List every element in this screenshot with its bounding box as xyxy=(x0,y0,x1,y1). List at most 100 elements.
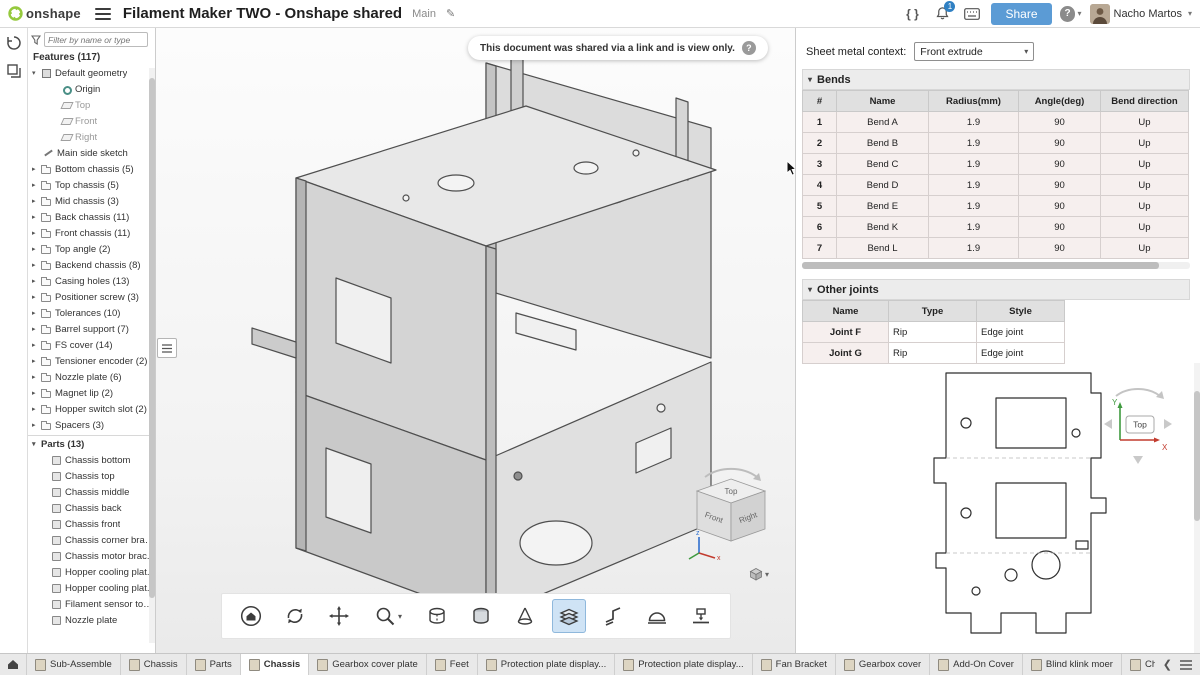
tree-item[interactable]: Chassis bottom xyxy=(28,452,155,468)
document-tab[interactable]: Chassis xyxy=(241,654,309,675)
tree-item[interactable]: FS cover (14) xyxy=(28,337,155,353)
tree-item[interactable]: Parts (13) xyxy=(28,435,155,452)
tree-item[interactable]: Chassis front xyxy=(28,516,155,532)
document-tab[interactable]: Gearbox cover xyxy=(836,654,930,675)
user-menu[interactable]: Nacho Martos ▾ xyxy=(1090,3,1193,25)
tree-item[interactable]: Hopper cooling plat... xyxy=(28,580,155,596)
tree-item[interactable]: Magnet lip (2) xyxy=(28,385,155,401)
bend-row[interactable]: 7 Bend L 1.9 90 Up xyxy=(803,238,1189,259)
tree-caret-icon[interactable] xyxy=(32,373,41,381)
feature-tree-scrollbar[interactable] xyxy=(149,68,155,643)
tab-scroll-left-icon[interactable]: ❮ xyxy=(1163,658,1172,671)
tree-item[interactable]: Top xyxy=(28,97,155,113)
tree-item[interactable]: Positioner screw (3) xyxy=(28,289,155,305)
tree-caret-icon[interactable] xyxy=(32,357,41,365)
orbit-button[interactable] xyxy=(278,599,312,633)
tree-item[interactable]: Barrel support (7) xyxy=(28,321,155,337)
tree-item[interactable]: Casing holes (13) xyxy=(28,273,155,289)
document-tab[interactable]: Protection plate display... xyxy=(478,654,615,675)
featurescript-icon[interactable]: { } xyxy=(901,3,923,25)
tree-caret-icon[interactable] xyxy=(32,213,41,221)
view-home-button[interactable] xyxy=(234,599,268,633)
tree-item[interactable]: Bottom chassis (5) xyxy=(28,161,155,177)
tab-manager-icon[interactable] xyxy=(1180,660,1192,670)
tree-caret-icon[interactable] xyxy=(32,309,41,317)
flat-view-orientation-widget[interactable]: Y X Top xyxy=(1098,378,1178,470)
bend-row[interactable]: 1 Bend A 1.9 90 Up xyxy=(803,112,1189,133)
tree-item[interactable]: Tolerances (10) xyxy=(28,305,155,321)
history-icon[interactable] xyxy=(5,34,23,52)
tree-item[interactable]: Filament sensor top... xyxy=(28,596,155,612)
draft-analysis-button[interactable] xyxy=(508,599,542,633)
tab-bar-home-button[interactable] xyxy=(0,654,27,675)
model-viewport[interactable]: This document was shared via a link and … xyxy=(156,28,795,653)
bend-row[interactable]: 5 Bend E 1.9 90 Up xyxy=(803,196,1189,217)
main-menu-icon[interactable] xyxy=(95,8,111,20)
right-panel-scrollbar[interactable] xyxy=(1194,363,1200,653)
tree-item[interactable]: Hopper switch slot (2) xyxy=(28,401,155,417)
tree-item[interactable]: Spacers (3) xyxy=(28,417,155,433)
document-tab[interactable]: Chassis xyxy=(121,654,187,675)
feature-list-toggle[interactable] xyxy=(157,338,177,358)
zoom-button[interactable]: ▾ xyxy=(366,599,410,633)
tree-caret-icon[interactable] xyxy=(32,229,41,237)
document-tab[interactable]: Gearbox cover plate xyxy=(309,654,427,675)
shaded-with-edges-button[interactable] xyxy=(464,599,498,633)
tree-item[interactable]: Hopper cooling plat... xyxy=(28,564,155,580)
document-tab[interactable]: Chassis_Front bracket xyxy=(1122,654,1155,675)
bends-table-hscrollbar[interactable] xyxy=(802,262,1190,269)
tree-item[interactable]: Main side sketch xyxy=(28,145,155,161)
help-button[interactable]: ?▾ xyxy=(1060,3,1082,25)
tree-caret-icon[interactable] xyxy=(32,389,41,397)
tree-caret-icon[interactable] xyxy=(32,261,41,269)
tree-item[interactable]: Chassis back xyxy=(28,500,155,516)
document-tab[interactable]: Protection plate display... xyxy=(615,654,752,675)
zoom-options-caret-icon[interactable]: ▾ xyxy=(398,612,402,621)
tree-item[interactable]: Nozzle plate (6) xyxy=(28,369,155,385)
document-tab[interactable]: Feet xyxy=(427,654,478,675)
document-tab[interactable]: Add-On Cover xyxy=(930,654,1023,675)
tree-caret-icon[interactable] xyxy=(32,325,41,333)
tree-item[interactable]: Right xyxy=(28,129,155,145)
flat-pattern-button[interactable] xyxy=(552,599,586,633)
tree-item[interactable]: Nozzle plate xyxy=(28,612,155,628)
versions-icon[interactable] xyxy=(5,62,23,80)
tree-item[interactable]: Chassis middle xyxy=(28,484,155,500)
pan-button[interactable] xyxy=(322,599,356,633)
banner-help-icon[interactable]: ? xyxy=(742,41,756,55)
tree-caret-icon[interactable] xyxy=(32,277,41,285)
bend-row[interactable]: 4 Bend D 1.9 90 Up xyxy=(803,175,1189,196)
tree-item[interactable]: Top angle (2) xyxy=(28,241,155,257)
tree-caret-icon[interactable] xyxy=(32,69,41,77)
tree-item[interactable]: Backend chassis (8) xyxy=(28,257,155,273)
tree-item[interactable]: Tensioner encoder (2) xyxy=(28,353,155,369)
feature-filter-input[interactable] xyxy=(44,32,148,47)
tree-item[interactable]: Chassis motor brac... xyxy=(28,548,155,564)
tree-item[interactable]: Default geometry xyxy=(28,65,155,81)
view-options-button[interactable]: ▾ xyxy=(749,567,769,581)
joint-row[interactable]: Joint G Rip Edge joint xyxy=(803,343,1065,364)
folded-view-button[interactable] xyxy=(596,599,630,633)
tree-item[interactable]: Front xyxy=(28,113,155,129)
tree-item[interactable]: Top chassis (5) xyxy=(28,177,155,193)
bend-row[interactable]: 2 Bend B 1.9 90 Up xyxy=(803,133,1189,154)
tree-caret-icon[interactable] xyxy=(32,293,41,301)
bends-section-header[interactable]: ▾ Bends xyxy=(802,69,1190,90)
notifications-button[interactable]: 1 xyxy=(931,3,953,25)
document-tab[interactable]: Blind klink moer xyxy=(1023,654,1122,675)
bend-row[interactable]: 3 Bend C 1.9 90 Up xyxy=(803,154,1189,175)
flatten-button[interactable] xyxy=(684,599,718,633)
branch-label[interactable]: Main xyxy=(412,8,436,20)
tree-caret-icon[interactable] xyxy=(32,421,41,429)
tree-caret-icon[interactable] xyxy=(32,197,41,205)
tree-caret-icon[interactable] xyxy=(32,181,41,189)
joint-row[interactable]: Joint F Rip Edge joint xyxy=(803,322,1065,343)
view-cube[interactable]: Top Front Right z x xyxy=(685,465,777,561)
tree-item[interactable]: Front chassis (11) xyxy=(28,225,155,241)
tree-item[interactable]: Origin xyxy=(28,81,155,97)
shortcuts-button[interactable] xyxy=(961,3,983,25)
tree-item[interactable]: Mid chassis (3) xyxy=(28,193,155,209)
tree-caret-icon[interactable] xyxy=(32,245,41,253)
document-tab[interactable]: Parts xyxy=(187,654,241,675)
tree-caret-icon[interactable] xyxy=(32,341,41,349)
